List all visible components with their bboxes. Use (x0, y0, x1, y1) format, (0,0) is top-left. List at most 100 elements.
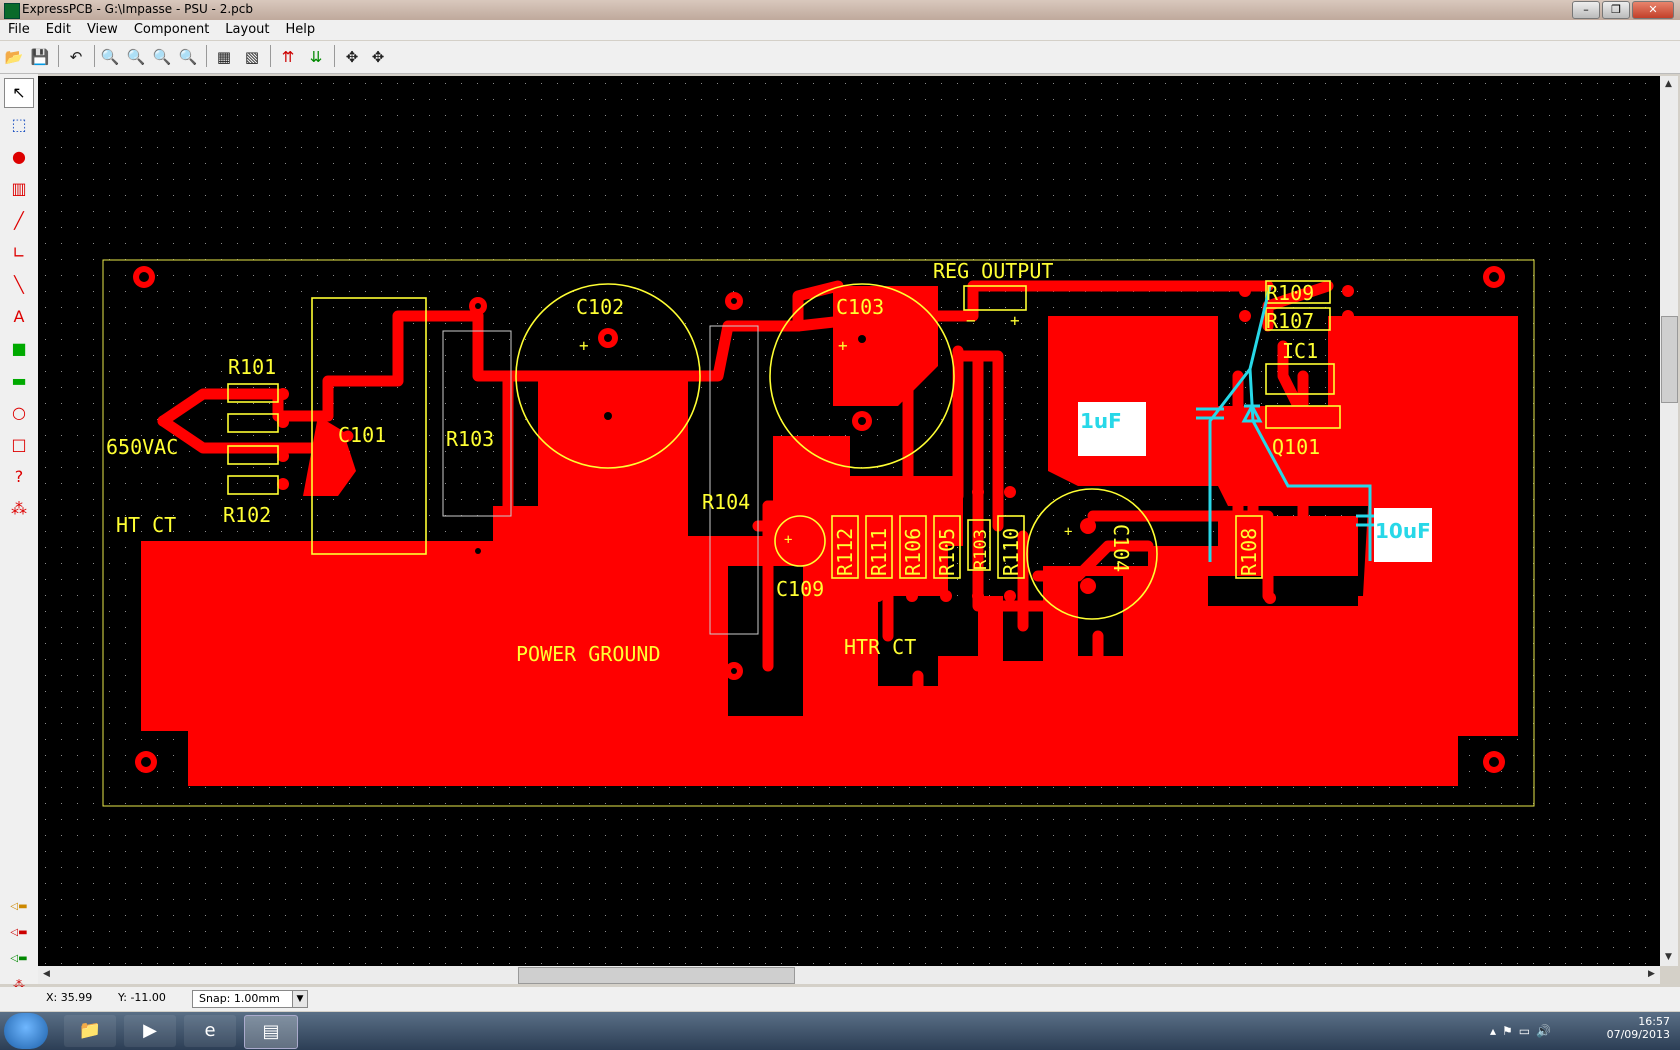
vertical-scrollbar[interactable]: ▲ ▼ (1660, 76, 1678, 966)
clock-time: 16:57 (1638, 1015, 1670, 1028)
zoom-fit-icon[interactable]: 🔍 (150, 45, 174, 69)
label-r111: R111 (867, 528, 891, 576)
netlist-tool-icon[interactable]: ⁂ (4, 494, 34, 524)
top-layer-icon[interactable]: ⇈ (276, 45, 300, 69)
scroll-up-icon[interactable]: ▲ (1660, 76, 1677, 93)
properties-icon[interactable]: ▦ (212, 45, 236, 69)
pcb-canvas[interactable]: R101 650VAC R102 HT CT C101 R103 C102 C1… (38, 76, 1660, 966)
label-c109: C109 (776, 577, 824, 601)
label-q101: Q101 (1272, 435, 1320, 459)
toolbar-separator (58, 45, 59, 67)
label-10uf: 10uF (1375, 519, 1431, 543)
label-c103: C103 (836, 295, 884, 319)
zoom-out-icon[interactable]: 🔍 (124, 45, 148, 69)
label-r110: R110 (999, 528, 1023, 576)
label-c109-plus: + (784, 532, 792, 548)
label-ht-ct: HT CT (116, 513, 176, 537)
scroll-left-icon[interactable]: ◀ (38, 966, 55, 983)
snap-select[interactable]: Snap: 1.00mm ▼ (192, 990, 308, 1008)
toolbar-separator (94, 45, 95, 67)
print-icon[interactable]: ▧ (240, 45, 264, 69)
query-tool-icon[interactable]: ? (4, 462, 34, 492)
label-c104-plus: + (1064, 524, 1072, 540)
tool-palette: ↖ ⬚ ● ▥ ╱ ∟ ╲ A ■ ▬ ○ □ ? ⁂ ◁▬ ◁▬ ◁▬ ⁂ (0, 74, 38, 992)
label-reg-output: REG OUTPUT (933, 259, 1053, 283)
start-button[interactable] (4, 1013, 48, 1049)
close-button[interactable]: ✕ (1632, 1, 1674, 19)
taskbar: 📁 ▶ e ▤ ▴⚑▭🔊 16:57 07/09/2013 (0, 1012, 1680, 1050)
label-r109: R109 (1266, 281, 1314, 305)
menu-edit[interactable]: Edit (38, 20, 79, 40)
expresspcb-taskbar-icon[interactable]: ▤ (244, 1015, 298, 1049)
menu-help[interactable]: Help (278, 20, 324, 40)
board-tool-icon[interactable]: ▬ (4, 366, 34, 396)
zoom-previous-icon[interactable]: 🔍 (176, 45, 200, 69)
menu-component[interactable]: Component (126, 20, 217, 40)
zoom-in-icon[interactable]: 🔍 (98, 45, 122, 69)
label-c104: C104 (1109, 524, 1133, 572)
label-r103: R103 (446, 427, 494, 451)
toolbar-separator (334, 45, 335, 67)
trace-tool-icon[interactable]: ╱ (4, 206, 34, 236)
label-ic1: IC1 (1282, 339, 1318, 363)
internet-explorer-icon[interactable]: e (184, 1015, 236, 1047)
label-c101: C101 (338, 423, 386, 447)
label-r103b: R103 (971, 529, 991, 570)
fill-tool-icon[interactable]: ■ (4, 334, 34, 364)
snap-value: Snap: 1.00mm (199, 992, 280, 1005)
open-icon[interactable]: 📂 (2, 45, 26, 69)
toolbar-separator (206, 45, 207, 67)
explorer-icon[interactable]: 📁 (64, 1015, 116, 1047)
save-icon[interactable]: 💾 (28, 45, 52, 69)
menu-view[interactable]: View (79, 20, 126, 40)
label-c102-plus: + (579, 336, 589, 355)
undo-icon[interactable]: ↶ (64, 45, 88, 69)
select-area-icon[interactable]: ⬚ (4, 110, 34, 140)
tray-icons[interactable]: ▴⚑▭🔊 (1490, 1024, 1557, 1038)
status-y: Y: -11.00 (118, 991, 166, 1004)
pcb-drawing[interactable]: R101 650VAC R102 HT CT C101 R103 C102 C1… (38, 76, 1660, 966)
label-reg-minus: − (966, 311, 976, 330)
component-tool-icon[interactable]: ▥ (4, 174, 34, 204)
vertical-scroll-thumb[interactable] (1661, 316, 1678, 403)
horizontal-scroll-thumb[interactable] (518, 967, 795, 984)
menu-layout[interactable]: Layout (217, 20, 277, 40)
window-title: ExpressPCB - G:\Impasse - PSU - 2.pcb (22, 2, 253, 16)
maximize-button[interactable]: ❐ (1602, 1, 1630, 19)
label-r108: R108 (1237, 528, 1261, 576)
label-650vac: 650VAC (106, 435, 178, 459)
label-r105: R105 (935, 528, 959, 576)
status-x: X: 35.99 (46, 991, 93, 1004)
move-icon[interactable]: ✥ (340, 45, 364, 69)
scroll-right-icon[interactable]: ▶ (1643, 966, 1660, 983)
pad-tool-icon[interactable]: ● (4, 142, 34, 172)
scroll-down-icon[interactable]: ▼ (1660, 949, 1677, 966)
status-bar: X: 35.99 Y: -11.00 Snap: 1.00mm ▼ (0, 987, 1680, 1011)
clock[interactable]: 16:57 07/09/2013 (1607, 1015, 1670, 1041)
title-bar: ExpressPCB - G:\Impasse - PSU - 2.pcb – … (0, 0, 1680, 20)
horizontal-scrollbar[interactable]: ◀ ▶ (38, 966, 1660, 984)
pointer-tool-icon[interactable]: ↖ (4, 78, 34, 108)
bottom-layer-icon[interactable]: ⇊ (304, 45, 328, 69)
rectangle-tool-icon[interactable]: □ (4, 430, 34, 460)
toolbar: 📂 💾 ↶ 🔍 🔍 🔍 🔍 ▦ ▧ ⇈ ⇊ ✥ ✥ (0, 41, 1680, 74)
label-r112: R112 (833, 528, 857, 576)
rotate-icon[interactable]: ✥ (366, 45, 390, 69)
angle-tool-icon[interactable]: ∟ (4, 238, 34, 268)
minimize-button[interactable]: – (1572, 1, 1600, 19)
label-r104: R104 (702, 490, 750, 514)
label-r101: R101 (228, 355, 276, 379)
line-tool-icon[interactable]: ╲ (4, 270, 34, 300)
media-player-icon[interactable]: ▶ (124, 1015, 176, 1047)
circle-tool-icon[interactable]: ○ (4, 398, 34, 428)
label-c102: C102 (576, 295, 624, 319)
chevron-down-icon[interactable]: ▼ (292, 991, 307, 1007)
label-power-ground: POWER GROUND (516, 642, 661, 666)
text-tool-icon[interactable]: A (4, 302, 34, 332)
clock-date: 07/09/2013 (1606, 1028, 1670, 1041)
menu-bar: File Edit View Component Layout Help (0, 20, 1680, 40)
label-c103-plus: + (838, 336, 848, 355)
toolbar-separator (270, 45, 271, 67)
menu-file[interactable]: File (0, 20, 38, 40)
label-r102: R102 (223, 503, 271, 527)
